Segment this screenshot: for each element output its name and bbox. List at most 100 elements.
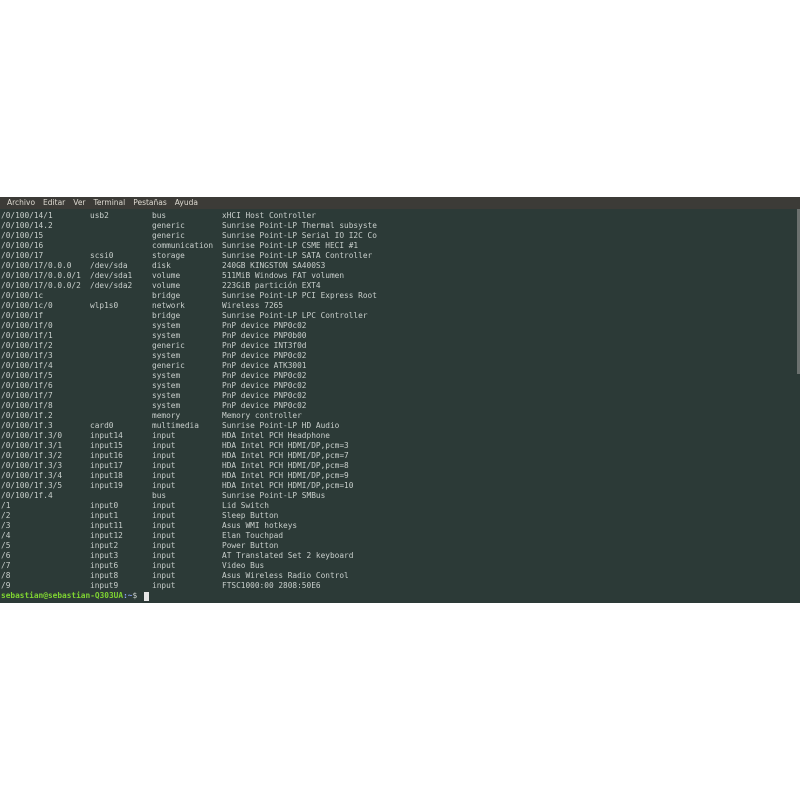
device-name bbox=[90, 241, 152, 251]
device-class: input bbox=[152, 521, 176, 530]
device-description: Lid Switch bbox=[222, 501, 269, 510]
hw-path: /0/100/16 bbox=[1, 241, 44, 250]
device-name: input16 bbox=[90, 451, 123, 460]
menu-archivo[interactable]: Archivo bbox=[3, 197, 39, 209]
device-class: input bbox=[152, 431, 176, 440]
menu-editar[interactable]: Editar bbox=[39, 197, 69, 209]
hw-path: /0/100/1f/2 bbox=[1, 341, 53, 350]
menu-ayuda[interactable]: Ayuda bbox=[171, 197, 202, 209]
shell-prompt[interactable]: sebastian@sebastian-Q303UA:~ $ bbox=[0, 591, 797, 601]
device-class: system bbox=[152, 331, 181, 340]
device-description: Memory controller bbox=[222, 411, 302, 420]
device-description: Elan Touchpad bbox=[222, 531, 284, 540]
device-class: generic bbox=[152, 231, 185, 240]
device-name bbox=[90, 291, 152, 301]
output-row: /0/100/1c/0 wlp1s0 network Wireless 7265 bbox=[0, 301, 797, 311]
hw-path: /0/100/17/0.0.0/2 bbox=[1, 281, 81, 290]
device-description: xHCI Host Controller bbox=[222, 211, 316, 220]
output-row: /0/100/1f.3/4 input18 input HDA Intel PCH H… bbox=[0, 471, 797, 481]
output-row: /0/100/1f/4 generic PnP device ATK3001 bbox=[0, 361, 797, 371]
menu-terminal[interactable]: Terminal bbox=[90, 197, 130, 209]
device-name: input2 bbox=[90, 541, 119, 550]
device-description: PnP device ATK3001 bbox=[222, 361, 307, 370]
device-description: HDA Intel PCH Headphone bbox=[222, 431, 330, 440]
hw-path: /0/100/1f/0 bbox=[1, 321, 53, 330]
device-description: PnP device PNP0c02 bbox=[222, 321, 307, 330]
output-row: /5 input2 input Power Button bbox=[0, 541, 797, 551]
output-row: /0/100/1f.2 memory Memory controller bbox=[0, 411, 797, 421]
output-row: /4 input12 input Elan Touchpad bbox=[0, 531, 797, 541]
device-class: input bbox=[152, 471, 176, 480]
output-row: /0/100/1f/2 generic PnP device INT3f0d bbox=[0, 341, 797, 351]
hw-path: /0/100/1f/6 bbox=[1, 381, 53, 390]
device-name: input18 bbox=[90, 471, 123, 480]
menu-pestanas[interactable]: Pestañas bbox=[129, 197, 171, 209]
terminal-window[interactable]: Archivo Editar Ver Terminal Pestañas Ayu… bbox=[0, 197, 800, 603]
device-name bbox=[90, 391, 152, 401]
hw-path: /2 bbox=[1, 511, 11, 520]
device-name: wlp1s0 bbox=[90, 301, 119, 310]
hw-path: /0/100/1f.3/4 bbox=[1, 471, 63, 480]
device-class: input bbox=[152, 561, 176, 570]
prompt-path: :~ bbox=[123, 591, 133, 600]
device-class: input bbox=[152, 541, 176, 550]
hw-path: /0/100/1f/5 bbox=[1, 371, 53, 380]
hw-path: /0/100/14/1 bbox=[1, 211, 53, 220]
device-class: multimedia bbox=[152, 421, 199, 430]
output-row: /0/100/1f.3/1 input15 input HDA Intel PCH H… bbox=[0, 441, 797, 451]
device-name: input0 bbox=[90, 501, 119, 510]
device-class: generic bbox=[152, 221, 185, 230]
device-name: input14 bbox=[90, 431, 123, 440]
hw-path: /0/100/1f bbox=[1, 311, 44, 320]
output-row: /0/100/17/0.0.0/dev/sda disk 240GB KINGSTO… bbox=[0, 261, 797, 271]
device-name: card0 bbox=[90, 421, 114, 430]
device-class: storage bbox=[152, 251, 185, 260]
output-row: /0/100/17/0.0.0/1/dev/sda1 volume 511MiB W… bbox=[0, 271, 797, 281]
device-description: PnP device INT3f0d bbox=[222, 341, 307, 350]
device-description: Sunrise Point-LP SATA Controller bbox=[222, 251, 373, 260]
device-description: Sleep Button bbox=[222, 511, 279, 520]
device-class: system bbox=[152, 371, 181, 380]
device-description: PnP device PNP0c02 bbox=[222, 381, 307, 390]
hw-path: /0/100/17/0.0.0/1 bbox=[1, 271, 81, 280]
hw-path: /0/100/17 bbox=[1, 251, 44, 260]
output-row: /0/100/17/0.0.0/2/dev/sda2 volume 223GiB p… bbox=[0, 281, 797, 291]
device-class: input bbox=[152, 551, 176, 560]
device-name: usb2 bbox=[90, 211, 109, 220]
output-row: /2 input1 input Sleep Button bbox=[0, 511, 797, 521]
device-name: input8 bbox=[90, 571, 119, 580]
device-name bbox=[90, 351, 152, 361]
output-row: /0/100/1f/8 system PnP device PNP0c02 bbox=[0, 401, 797, 411]
menu-ver[interactable]: Ver bbox=[69, 197, 89, 209]
device-description: 240GB KINGSTON SA400S3 bbox=[222, 261, 326, 270]
device-class: network bbox=[152, 301, 185, 310]
device-name bbox=[90, 381, 152, 391]
device-name: /dev/sda1 bbox=[90, 271, 133, 280]
device-name bbox=[90, 401, 152, 411]
device-class: input bbox=[152, 461, 176, 470]
device-description: HDA Intel PCH HDMI/DP,pcm=10 bbox=[222, 481, 354, 490]
device-description: Power Button bbox=[222, 541, 279, 550]
device-name: input11 bbox=[90, 521, 123, 530]
device-class: input bbox=[152, 501, 176, 510]
output-row: /7 input6 input Video Bus bbox=[0, 561, 797, 571]
hw-path: /0/100/15 bbox=[1, 231, 44, 240]
device-description: Sunrise Point-LP Thermal subsyste bbox=[222, 221, 377, 230]
output-row: /0/100/16 communication Sunrise Point-LP C… bbox=[0, 241, 797, 251]
prompt-symbol: $ bbox=[132, 591, 142, 600]
device-name: input19 bbox=[90, 481, 123, 490]
hw-path: /0/100/1f/3 bbox=[1, 351, 53, 360]
output-row: /9 input9 input FTSC1000:00 2808:50E6 bbox=[0, 581, 797, 591]
device-name bbox=[90, 221, 152, 231]
output-row: /0/100/1f bridge Sunrise Point-LP LPC Cont… bbox=[0, 311, 797, 321]
device-class: system bbox=[152, 381, 181, 390]
device-description: PnP device PNP0c02 bbox=[222, 391, 307, 400]
device-class: system bbox=[152, 321, 181, 330]
output-row: /0/100/17 scsi0 storage Sunrise Point-LP SA… bbox=[0, 251, 797, 261]
hw-path: /0/100/1c/0 bbox=[1, 301, 53, 310]
hw-path: /0/100/1f.3/2 bbox=[1, 451, 63, 460]
terminal-output[interactable]: /0/100/14/1 usb2 bus xHCI Host Controller/0… bbox=[0, 209, 797, 603]
device-class: bus bbox=[152, 491, 167, 500]
device-name: input12 bbox=[90, 531, 123, 540]
hw-path: /7 bbox=[1, 561, 11, 570]
